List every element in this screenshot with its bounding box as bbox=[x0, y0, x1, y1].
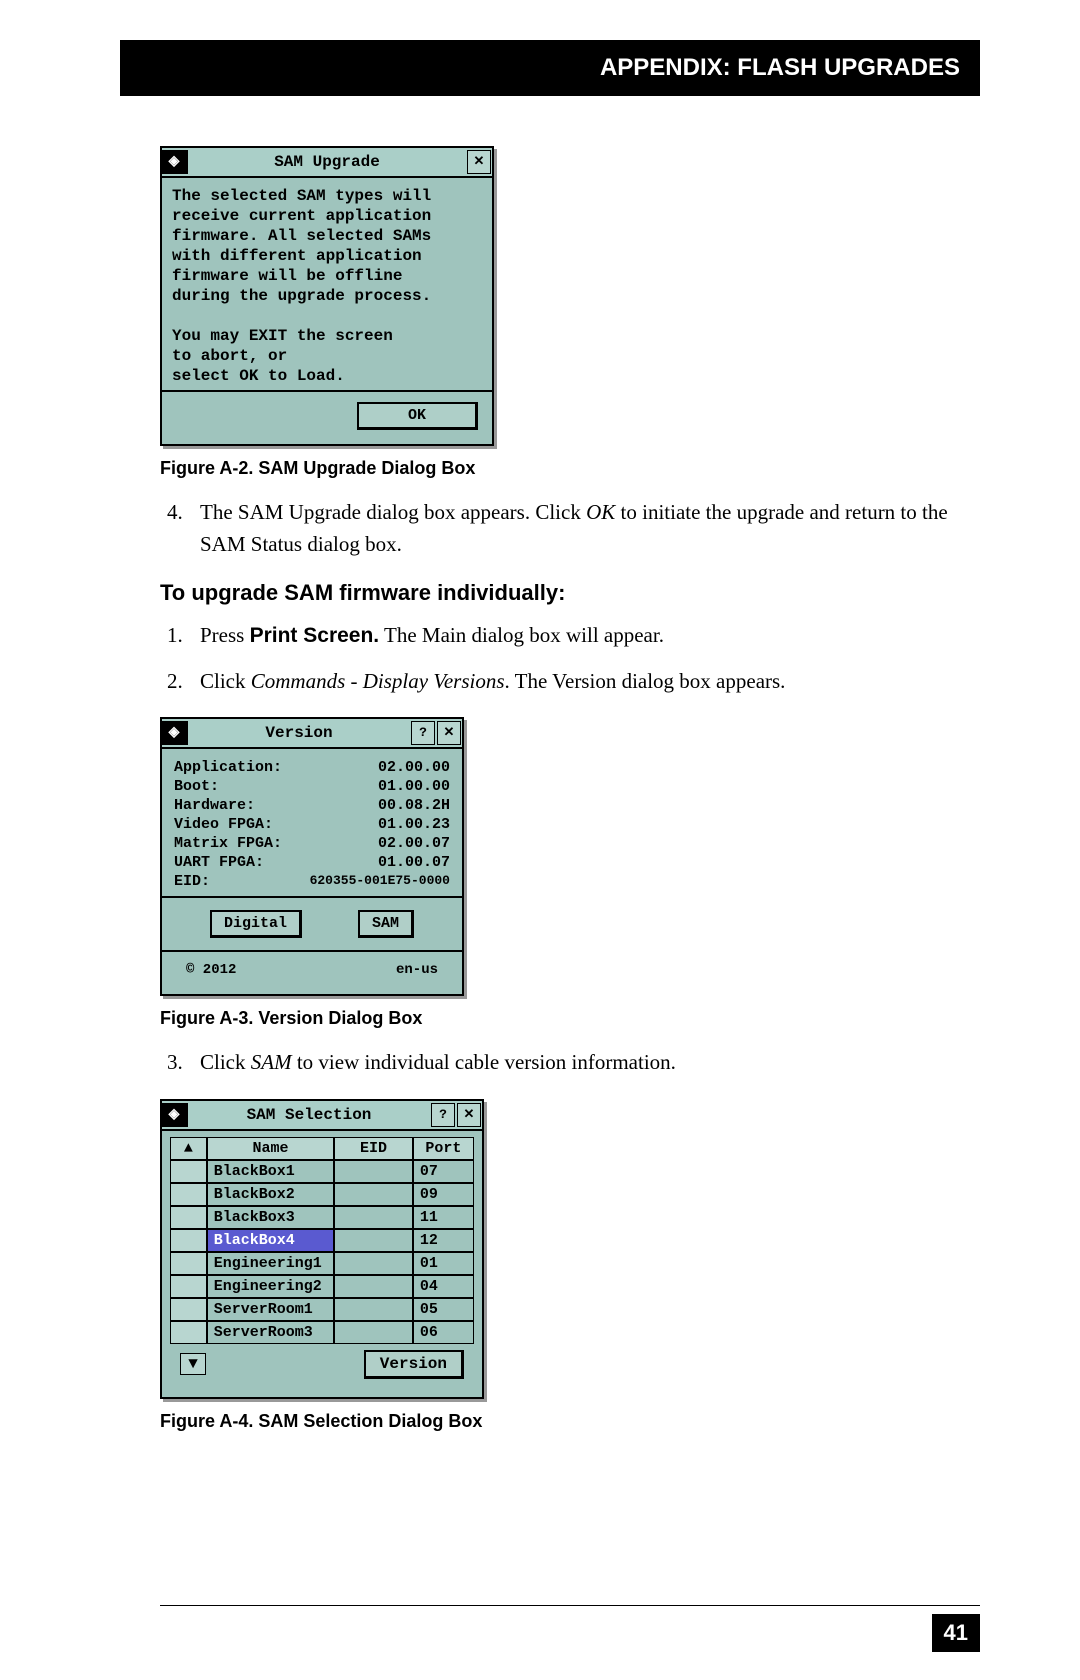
step-1: Press Print Screen. The Main dialog box … bbox=[188, 620, 980, 652]
col-port-header[interactable]: Port bbox=[413, 1137, 474, 1160]
eid-row: EID:620355-001E75-0000 bbox=[174, 873, 450, 890]
selection-footer: ▼ Version bbox=[170, 1344, 474, 1391]
row-port: 01 bbox=[413, 1252, 474, 1275]
table-row[interactable]: Engineering2 04 bbox=[170, 1275, 474, 1298]
row-eid bbox=[334, 1321, 413, 1344]
digital-button[interactable]: Digital bbox=[210, 910, 302, 938]
row-port: 04 bbox=[413, 1275, 474, 1298]
sort-toggle[interactable]: ▲ bbox=[170, 1137, 207, 1160]
row-name: BlackBox4 bbox=[207, 1229, 335, 1252]
scroll-down-icon[interactable]: ▼ bbox=[180, 1353, 206, 1375]
commands-emphasis: Commands - Display Versions bbox=[251, 669, 505, 693]
sam-selection-dialog: ◈ SAM Selection ? ✕ ▲ Name EID Port Blac… bbox=[160, 1099, 484, 1399]
close-icon[interactable]: ✕ bbox=[437, 721, 461, 745]
instruction-list-1: The SAM Upgrade dialog box appears. Clic… bbox=[160, 497, 980, 560]
sam-upgrade-dialog: ◈ SAM Upgrade ✕ The selected SAM types w… bbox=[160, 146, 494, 446]
row-name: BlackBox2 bbox=[207, 1183, 335, 1206]
ok-button[interactable]: OK bbox=[357, 402, 478, 430]
dialog-title: SAM Selection bbox=[188, 1101, 430, 1129]
row-eid bbox=[334, 1206, 413, 1229]
version-row: UART FPGA:01.00.07 bbox=[174, 854, 450, 871]
version-footer: © 2012en-us bbox=[174, 958, 450, 986]
table-row[interactable]: BlackBox3 11 bbox=[170, 1206, 474, 1229]
step-3: Click SAM to view individual cable versi… bbox=[188, 1047, 980, 1079]
row-name: Engineering1 bbox=[207, 1252, 335, 1275]
system-menu-icon[interactable]: ◈ bbox=[162, 150, 188, 174]
row-name: Engineering2 bbox=[207, 1275, 335, 1298]
table-row[interactable]: ServerRoom3 06 bbox=[170, 1321, 474, 1344]
version-dialog: ◈ Version ? ✕ Application:02.00.00 Boot:0… bbox=[160, 717, 464, 996]
system-menu-icon[interactable]: ◈ bbox=[162, 1103, 188, 1127]
step-4: The SAM Upgrade dialog box appears. Clic… bbox=[188, 497, 980, 560]
version-button[interactable]: Version bbox=[364, 1350, 464, 1379]
ok-emphasis: OK bbox=[586, 500, 615, 524]
version-rows: Application:02.00.00 Boot:01.00.00 Hardwar… bbox=[162, 749, 462, 994]
selection-header: ▲ Name EID Port bbox=[170, 1137, 474, 1160]
row-port: 07 bbox=[413, 1160, 474, 1183]
dialog-titlebar: ◈ SAM Selection ? ✕ bbox=[162, 1101, 482, 1131]
step-2: Click Commands - Display Versions. The V… bbox=[188, 666, 980, 698]
page-number: 41 bbox=[932, 1614, 980, 1652]
row-eid bbox=[334, 1252, 413, 1275]
version-row: Video FPGA:01.00.23 bbox=[174, 816, 450, 833]
dialog-title: Version bbox=[188, 719, 410, 747]
selection-body: ▲ Name EID Port BlackBox107BlackBox209Bl… bbox=[162, 1131, 482, 1397]
version-button-row: Digital SAM bbox=[174, 904, 450, 944]
row-port: 11 bbox=[413, 1206, 474, 1229]
row-name: ServerRoom3 bbox=[207, 1321, 335, 1344]
print-screen-label: Print Screen. bbox=[250, 624, 380, 647]
header-title: APPENDIX: FLASH UPGRADES bbox=[600, 54, 960, 81]
figure-caption-a2: Figure A-2. SAM Upgrade Dialog Box bbox=[160, 458, 980, 479]
table-row[interactable]: ServerRoom1 05 bbox=[170, 1298, 474, 1321]
header-bar: APPENDIX: FLASH UPGRADES bbox=[120, 40, 980, 96]
row-port: 12 bbox=[413, 1229, 474, 1252]
row-eid bbox=[334, 1298, 413, 1321]
row-name: BlackBox3 bbox=[207, 1206, 335, 1229]
page: APPENDIX: FLASH UPGRADES ◈ SAM Upgrade ✕… bbox=[0, 0, 1080, 1680]
row-eid bbox=[334, 1183, 413, 1206]
version-row: Hardware:00.08.2H bbox=[174, 797, 450, 814]
row-port: 09 bbox=[413, 1183, 474, 1206]
row-eid bbox=[334, 1160, 413, 1183]
close-icon[interactable]: ✕ bbox=[457, 1103, 481, 1127]
page-footer: 41 bbox=[160, 1605, 980, 1652]
sam-emphasis: SAM bbox=[251, 1050, 292, 1074]
table-row[interactable]: BlackBox1 07 bbox=[170, 1160, 474, 1183]
section-heading: To upgrade SAM firmware individually: bbox=[160, 580, 980, 606]
table-row[interactable]: BlackBox2 09 bbox=[170, 1183, 474, 1206]
dialog-body: The selected SAM types will receive curr… bbox=[162, 178, 492, 390]
instruction-list-2: Press Print Screen. The Main dialog box … bbox=[160, 620, 980, 697]
system-menu-icon[interactable]: ◈ bbox=[162, 721, 188, 745]
row-eid bbox=[334, 1275, 413, 1298]
row-name: BlackBox1 bbox=[207, 1160, 335, 1183]
col-name-header[interactable]: Name bbox=[207, 1137, 335, 1160]
figure-caption-a4: Figure A-4. SAM Selection Dialog Box bbox=[160, 1411, 980, 1432]
row-port: 05 bbox=[413, 1298, 474, 1321]
sam-button[interactable]: SAM bbox=[358, 910, 414, 938]
instruction-list-3: Click SAM to view individual cable versi… bbox=[160, 1047, 980, 1079]
version-row: Boot:01.00.00 bbox=[174, 778, 450, 795]
row-eid bbox=[334, 1229, 413, 1252]
selection-rows: BlackBox107BlackBox209BlackBox311BlackBo… bbox=[170, 1160, 474, 1344]
dialog-titlebar: ◈ SAM Upgrade ✕ bbox=[162, 148, 492, 178]
row-name: ServerRoom1 bbox=[207, 1298, 335, 1321]
figure-caption-a3: Figure A-3. Version Dialog Box bbox=[160, 1008, 980, 1029]
help-icon[interactable]: ? bbox=[411, 721, 435, 745]
dialog-title: SAM Upgrade bbox=[188, 148, 466, 176]
dialog-titlebar: ◈ Version ? ✕ bbox=[162, 719, 462, 749]
dialog-button-row: OK bbox=[162, 392, 492, 444]
row-port: 06 bbox=[413, 1321, 474, 1344]
version-row: Application:02.00.00 bbox=[174, 759, 450, 776]
help-icon[interactable]: ? bbox=[431, 1103, 455, 1127]
version-row: Matrix FPGA:02.00.07 bbox=[174, 835, 450, 852]
col-eid-header[interactable]: EID bbox=[334, 1137, 413, 1160]
close-icon[interactable]: ✕ bbox=[467, 150, 491, 174]
table-row[interactable]: BlackBox4 12 bbox=[170, 1229, 474, 1252]
table-row[interactable]: Engineering1 01 bbox=[170, 1252, 474, 1275]
